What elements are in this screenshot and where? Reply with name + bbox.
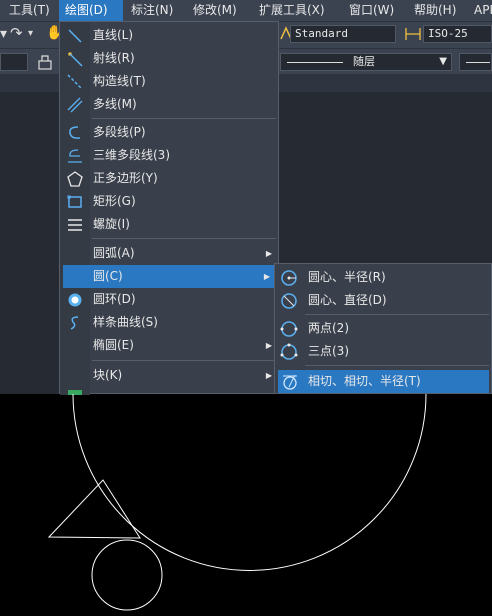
menu-tools[interactable]: 工具(T) — [3, 0, 56, 21]
menu-item-ellipse[interactable]: 椭圆(E) ▶ — [60, 334, 278, 357]
circle-center-diameter-icon — [280, 292, 298, 310]
menu-item-line-label: 直线(L) — [93, 28, 134, 42]
dim-style-icon — [404, 26, 422, 42]
drawing-svg — [47, 393, 427, 611]
menu-window[interactable]: 窗口(W) — [343, 0, 400, 21]
redo-dropdown-icon[interactable]: ▾ — [28, 28, 33, 39]
linetype-label: 随层 — [353, 55, 375, 68]
polygon-icon — [66, 170, 84, 188]
ray-icon — [66, 50, 84, 68]
line-icon — [66, 27, 84, 45]
menu-item-arc[interactable]: 圆弧(A) ▶ — [60, 242, 278, 265]
menu-item-donut-label: 圆环(D) — [93, 292, 136, 306]
menu-app[interactable]: APP — [468, 0, 492, 21]
menu-separator — [92, 238, 276, 239]
menu-item-circle-center-radius[interactable]: 圆心、半径(R) — [275, 266, 491, 289]
menu-item-circle-center-radius-label: 圆心、半径(R) — [308, 270, 386, 284]
menu-separator — [92, 118, 276, 119]
menu-item-ray-label: 射线(R) — [93, 51, 135, 65]
helix-icon — [66, 216, 84, 234]
menu-item-circle[interactable]: 圆(C) ▶ — [63, 265, 276, 288]
submenu-arrow-icon: ▶ — [263, 272, 270, 281]
menu-item-spline[interactable]: 样条曲线(S) — [60, 311, 278, 334]
menu-dimension[interactable]: 标注(N) — [125, 0, 179, 21]
menu-item-circle-center-diameter-label: 圆心、直径(D) — [308, 293, 387, 307]
polyline-icon — [66, 124, 84, 142]
menu-item-circle-ttr-label: 相切、相切、半径(T) — [308, 374, 421, 388]
menu-item-donut[interactable]: 圆环(D) — [60, 288, 278, 311]
submenu-arrow-icon: ▶ — [265, 371, 272, 380]
menu-item-block-label: 块(K) — [93, 368, 123, 382]
menu-item-circle-2point[interactable]: 两点(2) — [275, 317, 491, 340]
menu-separator — [92, 360, 276, 361]
submenu-arrow-icon: ▶ — [265, 249, 272, 258]
circle-center-radius-icon — [280, 269, 298, 287]
chevron-down-icon: ▼ — [439, 56, 447, 67]
dim-style-select[interactable]: ISO-25 — [423, 25, 492, 43]
menu-item-circle-ttr[interactable]: 相切、相切、半径(T) — [278, 370, 489, 393]
text-style-select[interactable]: Standard — [290, 25, 396, 43]
rectangle-icon — [66, 193, 84, 211]
triangle-shape — [47, 479, 141, 539]
menu-help[interactable]: 帮助(H) — [408, 0, 462, 21]
menu-item-polygon[interactable]: 正多边形(Y) — [60, 167, 278, 190]
menu-separator — [305, 365, 489, 366]
menu-item-ellipse-label: 椭圆(E) — [93, 338, 134, 352]
layer-select[interactable] — [0, 53, 28, 71]
menu-item-mline-label: 多线(M) — [93, 97, 137, 111]
linetype-select[interactable]: 随层 ▼ — [280, 53, 452, 71]
menu-bar: 工具(T) 绘图(D) 标注(N) 修改(M) 扩展工具(X) 窗口(W) 帮助… — [0, 0, 492, 21]
menu-item-spline-label: 样条曲线(S) — [93, 315, 158, 329]
submenu-arrow-icon: ▶ — [265, 341, 272, 350]
menu-item-helix[interactable]: 螺旋(I) — [60, 213, 278, 236]
menu-modify[interactable]: 修改(M) — [187, 0, 243, 21]
draw-menu: 直线(L) 射线(R) 构造线(T) 多线(M) 多段线(P) 三维多段线(3)… — [59, 21, 279, 395]
menu-item-circle-2point-label: 两点(2) — [308, 321, 349, 335]
donut-icon — [66, 291, 84, 309]
xline-icon — [66, 73, 84, 91]
menu-item-rectangle[interactable]: 矩形(G) — [60, 190, 278, 213]
3dpoly-icon — [66, 147, 84, 165]
menu-item-3dpoly[interactable]: 三维多段线(3) — [60, 144, 278, 167]
circle-submenu: 圆心、半径(R) 圆心、直径(D) 两点(2) 三点(3) 相切、相切、半径(T… — [274, 263, 492, 394]
menu-item-circle-3point-label: 三点(3) — [308, 344, 349, 358]
lineweight-select[interactable] — [459, 53, 492, 71]
drawing-canvas[interactable] — [0, 393, 492, 613]
menu-draw[interactable]: 绘图(D) — [59, 0, 123, 21]
circle-2point-icon — [280, 320, 298, 338]
menu-item-xline[interactable]: 构造线(T) — [60, 70, 278, 93]
menu-item-polyline[interactable]: 多段线(P) — [60, 121, 278, 144]
menu-item-ray[interactable]: 射线(R) — [60, 47, 278, 70]
menu-item-block[interactable]: 块(K) ▶ — [60, 364, 278, 387]
spline-icon — [66, 314, 84, 332]
menu-item-arc-label: 圆弧(A) — [93, 246, 135, 260]
circle-3point-icon — [280, 343, 298, 361]
menu-extension-tools[interactable]: 扩展工具(X) — [253, 0, 331, 21]
menu-item-rectangle-label: 矩形(G) — [93, 194, 136, 208]
menu-item-helix-label: 螺旋(I) — [93, 217, 130, 231]
linetype-preview — [287, 62, 343, 63]
menu-item-polyline-label: 多段线(P) — [93, 125, 146, 139]
undo-dropdown-icon[interactable]: ▾ — [0, 26, 7, 42]
circle-ttr-icon — [281, 373, 299, 391]
menu-item-mline[interactable]: 多线(M) — [60, 93, 278, 116]
menu-separator — [305, 314, 489, 315]
menu-item-polygon-label: 正多边形(Y) — [93, 171, 158, 185]
menu-item-line[interactable]: 直线(L) — [60, 24, 278, 47]
menu-item-circle-3point[interactable]: 三点(3) — [275, 340, 491, 363]
menu-item-circle-label: 圆(C) — [93, 269, 123, 283]
redo-icon[interactable]: ↷ — [10, 24, 23, 42]
match-layer-icon[interactable] — [36, 53, 54, 71]
menu-item-circle-center-diameter[interactable]: 圆心、直径(D) — [275, 289, 491, 312]
menu-item-xline-label: 构造线(T) — [93, 74, 146, 88]
mline-icon — [66, 96, 84, 114]
large-circle-arc — [72, 393, 427, 571]
menu-item-3dpoly-label: 三维多段线(3) — [93, 148, 170, 162]
small-circle — [91, 539, 163, 611]
